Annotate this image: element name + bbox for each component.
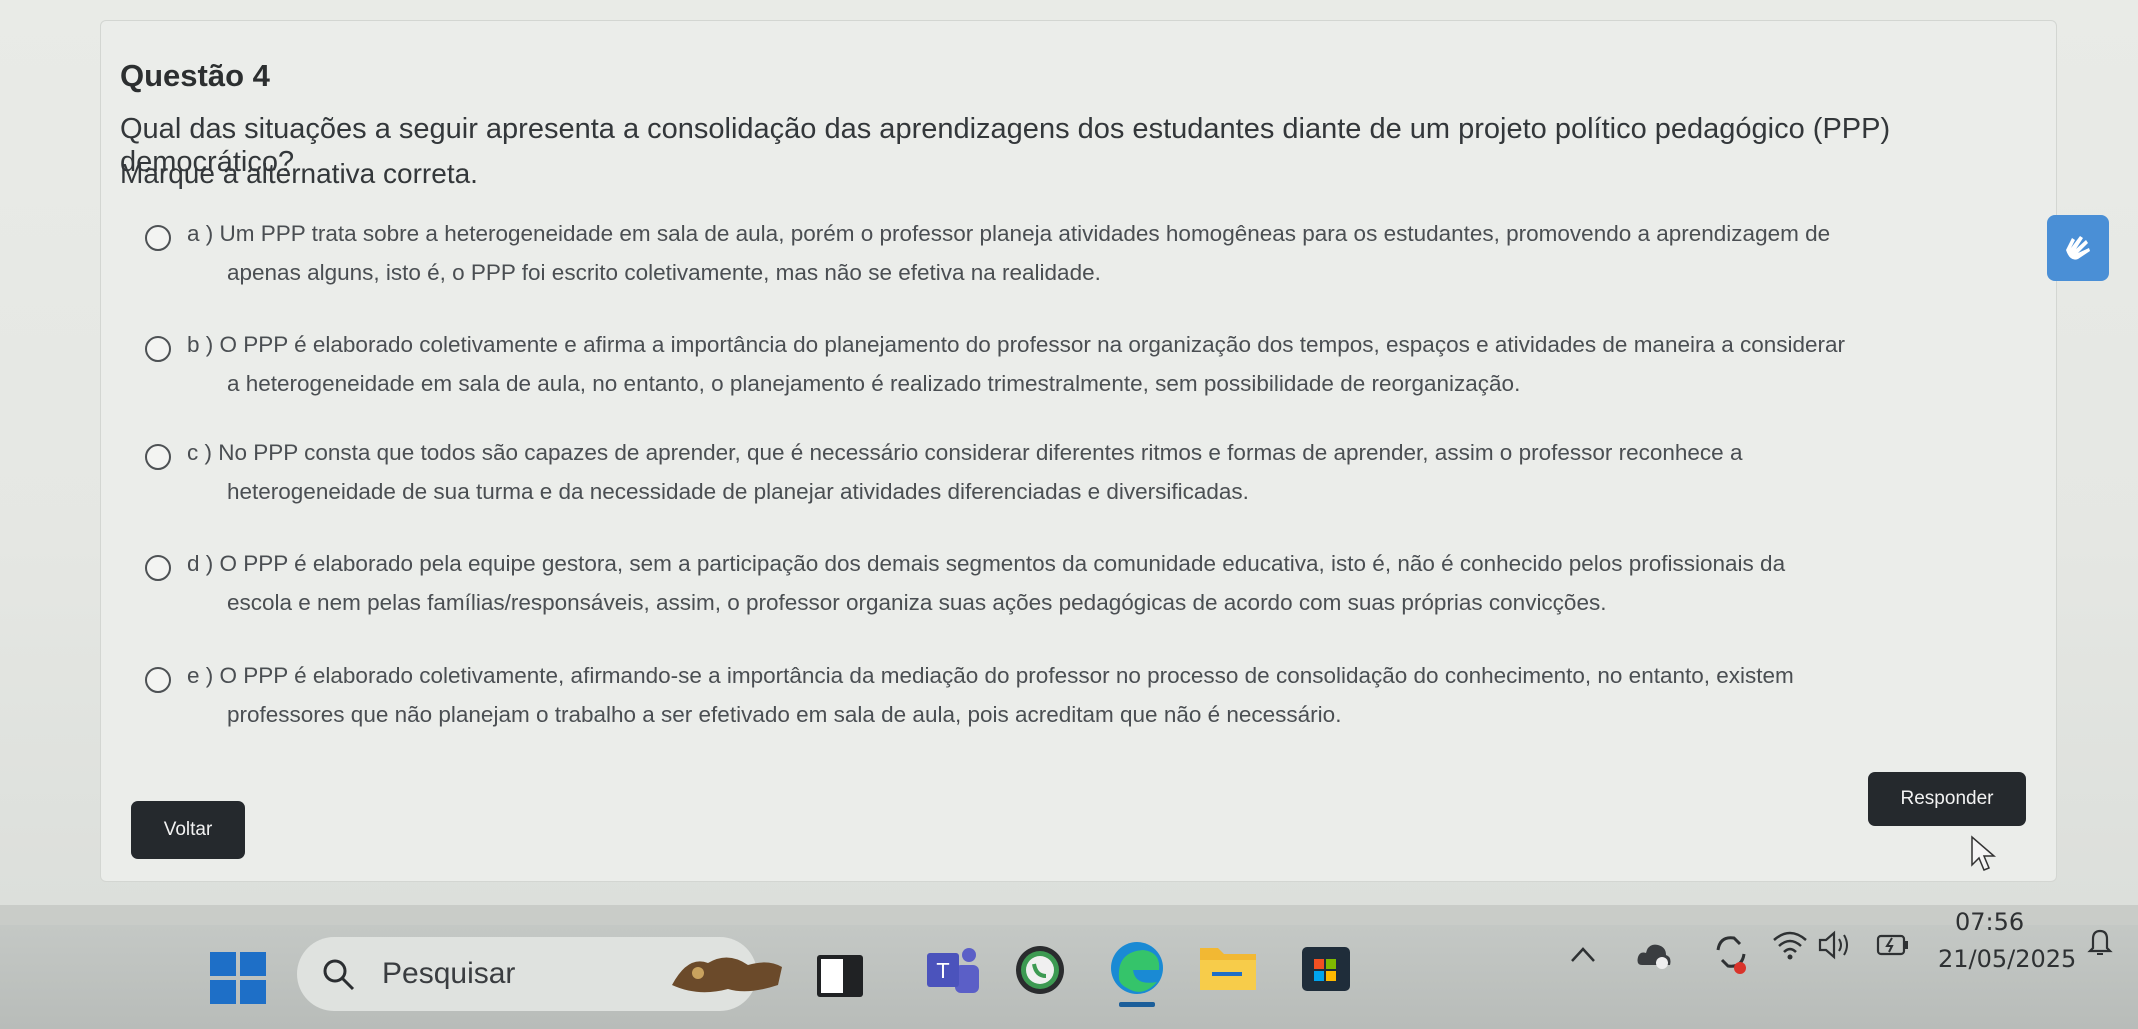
question-instruction: Marque a alternativa correta.: [120, 158, 478, 189]
mouse-cursor-icon: [1971, 835, 1997, 871]
battery-icon[interactable]: [1876, 932, 1910, 958]
accessibility-button[interactable]: [2047, 215, 2109, 281]
radio-button-a[interactable]: [145, 225, 171, 251]
hand-sign-icon: [2066, 236, 2090, 260]
search-icon: [323, 959, 355, 991]
radio-button-e[interactable]: [145, 667, 171, 693]
option-e-text-line1: e ) O PPP é elaborado coletivamente, afi…: [187, 663, 1794, 688]
wifi-icon[interactable]: [1772, 930, 1808, 960]
question-title: Questão 4: [120, 58, 270, 93]
radio-button-b[interactable]: [145, 336, 171, 362]
submit-button[interactable]: Responder: [1868, 772, 2026, 826]
option-c-text-line1: c ) No PPP consta que todos são capazes …: [187, 440, 1743, 465]
search-placeholder: Pesquisar: [382, 957, 516, 990]
teams-icon[interactable]: T: [925, 945, 981, 997]
option-b-text-line1: b ) O PPP é elaborado coletivamente e af…: [187, 332, 1846, 357]
option-d-text-line1: d ) O PPP é elaborado pela equipe gestor…: [187, 551, 1786, 576]
option-a-text-line1: a ) Um PPP trata sobre a heterogeneidade…: [187, 221, 1831, 246]
clock-date[interactable]: 21/05/2025: [1938, 945, 2076, 973]
game-widget-icon[interactable]: [668, 945, 788, 1001]
chevron-up-icon[interactable]: [1570, 945, 1596, 963]
notification-bell-icon[interactable]: [2085, 926, 2115, 956]
screen-bezel: [0, 905, 2138, 925]
edge-icon[interactable]: [1107, 938, 1167, 1010]
windows-start-icon[interactable]: [210, 952, 266, 1004]
option-b-text-line2: a heterogeneidade em sala de aula, no en…: [227, 371, 1521, 396]
clock-time[interactable]: 07:56: [1955, 908, 2024, 936]
sync-icon[interactable]: [1712, 930, 1750, 976]
svg-text:T: T: [936, 959, 950, 983]
radio-button-c[interactable]: [145, 444, 171, 470]
cloud-icon[interactable]: [1634, 935, 1674, 975]
option-a-text-line2: apenas alguns, isto é, o PPP foi escrito…: [227, 260, 1101, 285]
back-button[interactable]: Voltar: [131, 801, 245, 859]
volume-icon[interactable]: [1818, 930, 1854, 960]
radio-button-d[interactable]: [145, 555, 171, 581]
file-explorer-icon[interactable]: [1198, 938, 1258, 994]
option-d-text-line2: escola e nem pelas famílias/responsáveis…: [227, 590, 1607, 615]
folder-icon[interactable]: [817, 955, 863, 997]
option-e-text-line2: professores que não planejam o trabalho …: [227, 702, 1342, 727]
option-c-text-line2: heterogeneidade de sua turma e da necess…: [227, 479, 1249, 504]
store-icon[interactable]: [1300, 937, 1352, 993]
whatsapp-icon[interactable]: [1010, 940, 1070, 1000]
